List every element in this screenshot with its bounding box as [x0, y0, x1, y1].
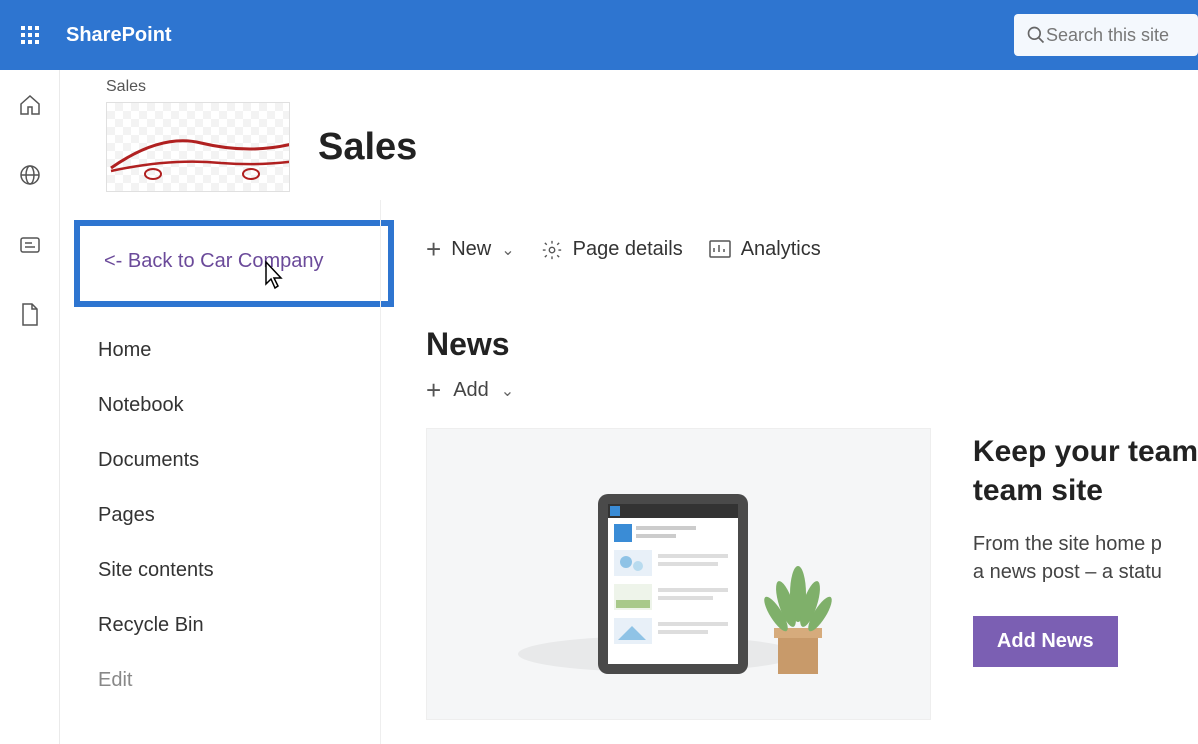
nav-item-documents[interactable]: Documents	[74, 433, 394, 488]
nav-item-site-contents[interactable]: Site contents	[74, 543, 394, 598]
nav-item-home[interactable]: Home	[74, 323, 394, 378]
news-promo-body: From the site home p a news post – a sta…	[973, 530, 1198, 586]
news-promo-title: Keep your team team site	[973, 432, 1198, 510]
news-placeholder-image	[426, 428, 931, 720]
new-label: New	[451, 238, 491, 261]
back-to-hub-link[interactable]: <- Back to Car Company	[74, 220, 394, 307]
analytics-icon	[709, 240, 731, 260]
search-input[interactable]	[1046, 25, 1186, 46]
add-news-button[interactable]: Add News	[973, 616, 1118, 667]
page-details-label: Page details	[573, 238, 683, 261]
analytics-button[interactable]: Analytics	[709, 238, 821, 261]
nav-item-pages[interactable]: Pages	[74, 488, 394, 543]
chevron-down-icon: ⌄	[501, 381, 514, 401]
chevron-down-icon: ⌄	[501, 240, 514, 260]
news-section-title: News	[426, 326, 1198, 363]
analytics-label: Analytics	[741, 238, 821, 261]
app-name[interactable]: SharePoint	[66, 24, 172, 47]
news-add-button[interactable]: + Add ⌄	[426, 375, 1198, 406]
vertical-divider	[380, 200, 381, 744]
plus-icon: +	[426, 234, 441, 265]
car-logo-icon	[106, 113, 290, 192]
search-icon	[1026, 24, 1046, 46]
rail-home-icon[interactable]	[0, 90, 60, 120]
site-logo[interactable]	[106, 102, 290, 192]
cursor-icon	[258, 260, 286, 292]
site-title: Sales	[318, 126, 417, 169]
page-details-button[interactable]: Page details	[541, 238, 683, 261]
search-box[interactable]	[1014, 14, 1198, 56]
rail-news-icon[interactable]	[0, 230, 60, 260]
new-button[interactable]: + New ⌄	[426, 234, 515, 265]
nav-item-notebook[interactable]: Notebook	[74, 378, 394, 433]
rail-file-icon[interactable]	[0, 300, 60, 330]
rail-globe-icon[interactable]	[0, 160, 60, 190]
nav-item-recycle-bin[interactable]: Recycle Bin	[74, 598, 394, 653]
nav-edit-link[interactable]: Edit	[74, 653, 394, 708]
gear-icon	[541, 239, 563, 261]
breadcrumb[interactable]: Sales	[106, 78, 1198, 96]
back-to-hub-label[interactable]: <- Back to Car Company	[104, 250, 324, 272]
app-launcher[interactable]	[0, 0, 60, 70]
plus-icon: +	[426, 375, 441, 406]
add-label: Add	[453, 379, 489, 402]
